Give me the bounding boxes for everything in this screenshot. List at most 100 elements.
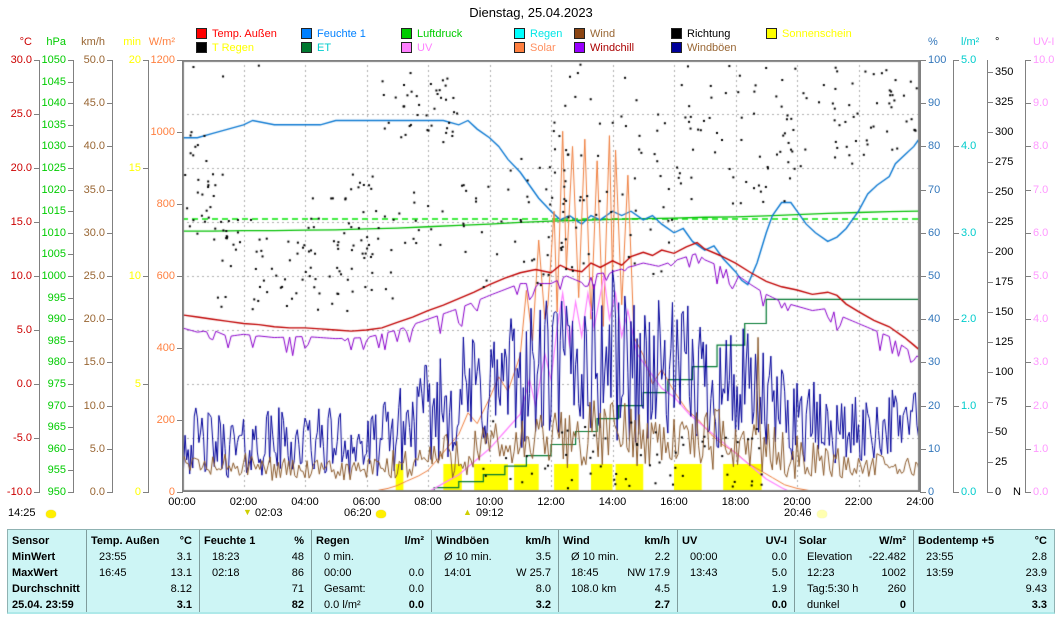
- table-column-unit: %: [294, 535, 304, 547]
- legend-item-luftdruck: Luftdruck: [401, 27, 463, 40]
- table-row: 18:23 48: [200, 549, 311, 565]
- table-row: 18:45 NW 17.9: [559, 565, 677, 581]
- axis-tick: [921, 406, 926, 407]
- axis-tick-label: 3.0: [961, 227, 977, 239]
- table-row-label: 25.04. 23:59: [12, 599, 74, 611]
- axis-tick: [34, 438, 39, 439]
- axis-tick-label: 0: [995, 486, 1002, 498]
- table-column-temp-au-en: Temp. Außen °C 23:55 3.1 16:45 13.1 8.12 3.1: [86, 530, 199, 612]
- legend-swatch-icon: [574, 42, 585, 53]
- table-cell-value: 5.0: [771, 567, 787, 579]
- table-cell-time: 18:23: [212, 551, 240, 563]
- axis-tick: [1026, 276, 1031, 277]
- axis-tick: [1026, 319, 1031, 320]
- table-column-header: Temp. Außen °C: [87, 533, 199, 549]
- axis-tick: [1026, 60, 1031, 61]
- table-cell-time: 13:59: [926, 567, 954, 579]
- axis-tick: [954, 233, 959, 234]
- table-row: 1.9: [678, 581, 794, 597]
- axis-tick-label: 5.0: [1033, 270, 1049, 282]
- axis-tick-label: 350: [995, 66, 1014, 78]
- axis-tick-label: 985: [47, 335, 66, 347]
- table-cell-value: 3.3: [1031, 599, 1047, 611]
- axis-tick: [68, 82, 73, 83]
- table-column-header: UV UV-I: [678, 533, 794, 549]
- legend-item-wind: Wind: [574, 27, 616, 40]
- table-row: 00:00 0.0: [678, 549, 794, 565]
- table-column-bodentemp-5: Bodentemp +5 °C 23:55 2.8 13:59 23.9 9.43 3.3: [913, 530, 1054, 612]
- axis-tick-label: 15.0: [10, 216, 32, 228]
- legend-label: Feuchte 1: [317, 27, 366, 40]
- axis-tick: [1026, 146, 1031, 147]
- axis-header-deg: °: [995, 36, 1000, 48]
- table-row: dunkel 0: [795, 597, 913, 613]
- axis-tick-label: 1035: [41, 119, 66, 131]
- x-axis-tick-label: 24:00: [906, 496, 934, 508]
- axis-tick: [954, 146, 959, 147]
- table-cell-time: dunkel: [807, 599, 840, 611]
- legend-label: Wind: [590, 27, 616, 40]
- legend-item-t-regen: T Regen: [196, 41, 254, 54]
- table-cell-time: 13:43: [690, 567, 718, 579]
- axis-tick-label: 5.0: [89, 443, 105, 455]
- axis-tick-label: 1000: [150, 126, 175, 138]
- table-cell-value: NW 17.9: [627, 567, 670, 579]
- legend-swatch-icon: [574, 28, 585, 39]
- table-column-header: Bodentemp +5 °C: [914, 533, 1054, 549]
- axis-tick-label: 1015: [41, 205, 66, 217]
- axis-tick-label: 30: [928, 356, 941, 368]
- axis-tick-label: 5.0: [16, 324, 32, 336]
- sunset-marker-label: 20:46: [784, 507, 812, 519]
- table-cell-value: 13.1: [170, 567, 192, 579]
- axis-tick: [34, 330, 39, 331]
- axis-tick-label: 1.0: [1033, 443, 1049, 455]
- axis-tick: [988, 432, 993, 433]
- legend-item-uv: UV: [401, 42, 432, 54]
- axis-tick: [1026, 449, 1031, 450]
- sun-icon: [376, 510, 386, 518]
- table-cell-time: [436, 597, 444, 613]
- legend-label: T Regen: [212, 41, 254, 54]
- x-axis-tick-label: 16:00: [660, 496, 688, 508]
- axis-tick: [68, 211, 73, 212]
- table-cell-time: 18:45: [571, 567, 599, 579]
- table-row: 16:45 13.1: [87, 565, 199, 581]
- table-column-windb-en: Windböen km/h Ø 10 min. 3.5 14:01 W 25.7 8.0 3.…: [431, 530, 558, 612]
- table-row: 12:23 1002: [795, 565, 913, 581]
- axis-tick-label: 1.0: [961, 400, 977, 412]
- legend-label: Sonnenschein: [782, 27, 852, 40]
- table-cell-time: [682, 581, 690, 597]
- table-cell-value: 1.9: [771, 583, 787, 595]
- axis-tick: [1026, 103, 1031, 104]
- axis-tick-label: 10.0: [83, 400, 105, 412]
- table-row: Elevation -22.482: [795, 549, 913, 565]
- axis-tick: [921, 103, 926, 104]
- x-axis-tick-label: 14:00: [598, 496, 627, 508]
- table-cell-value: 86: [291, 567, 304, 579]
- axis-tick: [68, 470, 73, 471]
- table-cell-value: 71: [291, 583, 304, 595]
- x-axis-tick-label: 00:00: [168, 496, 196, 508]
- table-column-unit: l/m²: [404, 535, 424, 547]
- table-row: 8.12: [87, 581, 199, 597]
- axis-tick: [988, 252, 993, 253]
- table-row-label: MinWert: [12, 551, 56, 563]
- legend-swatch-icon: [301, 42, 312, 53]
- sunrise-marker-label: 06:20: [344, 507, 372, 519]
- axis-tick: [921, 492, 926, 493]
- axis-tick-label: 0.0: [961, 486, 977, 498]
- axis-tick-label: 800: [156, 198, 175, 210]
- axis-tick-label: 1045: [41, 76, 66, 88]
- axis-tick: [954, 60, 959, 61]
- page-title: Dienstag, 25.04.2023: [469, 5, 593, 20]
- axis-line-lm2: [953, 60, 954, 493]
- table-cell-time: [204, 597, 212, 613]
- table-row: 8.0: [432, 581, 558, 597]
- axis-tick-label: 40: [928, 313, 941, 325]
- table-row: 13:59 23.9: [914, 565, 1054, 581]
- axis-tick: [68, 125, 73, 126]
- sun-icon: [817, 510, 827, 518]
- table-cell-time: 0.0 l/m²: [324, 599, 361, 611]
- legend-label: Luftdruck: [417, 27, 463, 40]
- table-cell-value: 1002: [881, 567, 906, 579]
